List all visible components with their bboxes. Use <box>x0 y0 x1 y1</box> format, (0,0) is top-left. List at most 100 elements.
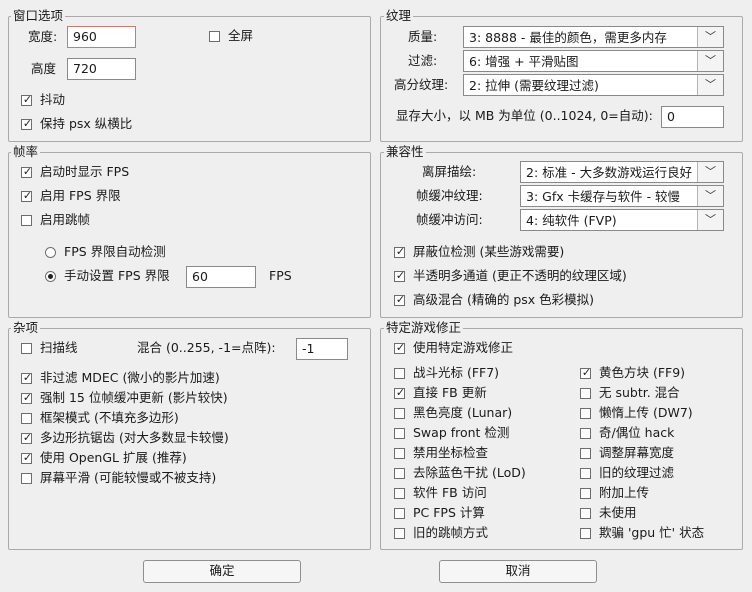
chevron-down-icon[interactable]: ﹀ <box>697 75 723 95</box>
scanline-blend-input[interactable]: -1 <box>296 338 348 360</box>
dither-label: 抖动 <box>40 92 66 107</box>
chevron-down-icon[interactable]: ﹀ <box>697 186 723 206</box>
manual-fps-radio[interactable] <box>45 271 56 282</box>
cancel-button[interactable]: 取消 <box>439 560 597 583</box>
opengl-ext-checkbox[interactable]: ✓ <box>21 451 33 464</box>
enable-fixes-checkbox[interactable]: ✓ <box>394 341 406 354</box>
force15-label: 强制 15 位帧缓冲更新 (影片较快) <box>40 390 228 405</box>
offscreen-select[interactable]: 2: 标准 - 大多数游戏运行良好 ﹀ <box>520 161 724 183</box>
fix-label: 软件 FB 访问 <box>413 485 487 500</box>
checkmark-icon: ✓ <box>22 391 33 404</box>
manual-fps-input[interactable]: 60 <box>186 266 256 288</box>
fix-label: 附加上传 <box>599 485 650 500</box>
offscreen-value: 2: 标准 - 大多数游戏运行良好 <box>526 165 693 180</box>
checkmark-icon: ✓ <box>395 269 406 282</box>
hires-value: 2: 拉伸 (需要纹理过滤) <box>469 78 599 93</box>
width-input[interactable]: 960 <box>67 26 136 48</box>
checkmark-icon: ✓ <box>395 245 406 258</box>
wireframe-label: 框架模式 (不填充多边形) <box>40 410 179 425</box>
window-options-title: 窗口选项 <box>11 8 66 23</box>
fb-tex-value: 3: Gfx 卡缓存与软件 - 较慢 <box>526 189 681 204</box>
fix-checkbox[interactable] <box>580 488 591 499</box>
fix-checkbox[interactable] <box>580 448 591 459</box>
checkmark-icon: ✓ <box>395 293 406 306</box>
checkmark-icon: ✓ <box>22 165 33 178</box>
fix-checkbox[interactable] <box>580 388 591 399</box>
fps-unit-label: FPS <box>269 268 292 283</box>
fix-checkbox[interactable] <box>394 428 405 439</box>
fix-checkbox[interactable] <box>580 408 591 419</box>
fix-label: 黑色亮度 (Lunar) <box>413 405 513 420</box>
mask-checkbox[interactable]: ✓ <box>394 245 406 258</box>
vram-label: 显存大小，以 MB 为单位 (0..1024, 0=自动): <box>396 108 653 123</box>
fix-checkbox[interactable] <box>394 368 405 379</box>
fix-checkbox[interactable] <box>394 408 405 419</box>
ok-button[interactable]: 确定 <box>143 560 301 583</box>
checkmark-icon: ✓ <box>22 371 33 384</box>
quality-select[interactable]: 3: 8888 - 最佳的颜色，需更多内存 ﹀ <box>463 26 724 48</box>
fb-access-select[interactable]: 4: 纯软件 (FVP) ﹀ <box>520 209 724 231</box>
antialias-label: 多边形抗锯齿 (对大多数显卡较慢) <box>40 430 229 445</box>
enable-fixes-label: 使用特定游戏修正 <box>413 340 514 355</box>
height-input[interactable]: 720 <box>67 58 136 80</box>
antialias-checkbox[interactable]: ✓ <box>21 431 32 444</box>
multipass-checkbox[interactable]: ✓ <box>394 269 406 282</box>
quality-label: 质量: <box>408 29 438 44</box>
chevron-down-icon[interactable]: ﹀ <box>697 162 723 182</box>
fix-checkbox[interactable]: ✓ <box>394 386 405 399</box>
fix-checkbox[interactable] <box>394 508 405 519</box>
filter-select[interactable]: 6: 增强 + 平滑贴图 ﹀ <box>463 50 724 72</box>
show-fps-checkbox[interactable]: ✓ <box>21 165 33 178</box>
scanlines-checkbox[interactable] <box>21 343 32 354</box>
mdec-checkbox[interactable]: ✓ <box>21 371 33 384</box>
checkmark-icon: ✓ <box>22 93 33 106</box>
framerate-title: 帧率 <box>11 144 41 159</box>
mask-label: 屏蔽位检测 (某些游戏需要) <box>413 244 565 259</box>
fix-checkbox[interactable] <box>580 428 591 439</box>
hires-select[interactable]: 2: 拉伸 (需要纹理过滤) ﹀ <box>463 74 724 96</box>
checkmark-icon: ✓ <box>22 451 33 464</box>
fb-access-value: 4: 纯软件 (FVP) <box>526 213 617 228</box>
fps-limit-label: 启用 FPS 界限 <box>40 188 121 203</box>
fb-tex-label: 帧缓冲纹理: <box>416 188 483 203</box>
force15-checkbox[interactable]: ✓ <box>21 391 33 404</box>
fb-tex-select[interactable]: 3: Gfx 卡缓存与软件 - 较慢 ﹀ <box>520 185 724 207</box>
wireframe-checkbox[interactable] <box>21 413 32 424</box>
vram-input[interactable]: 0 <box>661 106 724 128</box>
fix-label: 调整屏幕宽度 <box>599 445 675 460</box>
fix-checkbox[interactable] <box>580 468 591 479</box>
radio-dot-icon <box>48 274 53 279</box>
fix-checkbox[interactable]: ✓ <box>580 366 591 379</box>
fix-checkbox[interactable] <box>394 528 405 539</box>
dither-checkbox[interactable]: ✓ <box>21 93 33 106</box>
fix-label: 黄色方块 (FF9) <box>599 365 686 380</box>
smooth-checkbox[interactable] <box>21 473 32 484</box>
fix-checkbox[interactable] <box>394 468 405 479</box>
fix-label: Swap front 检测 <box>413 425 510 440</box>
fix-checkbox[interactable] <box>394 448 405 459</box>
chevron-down-icon[interactable]: ﹀ <box>697 210 723 230</box>
misc-title: 杂项 <box>11 320 41 335</box>
compat-title: 兼容性 <box>384 144 426 159</box>
adv-blend-checkbox[interactable]: ✓ <box>394 293 406 306</box>
frame-skip-checkbox[interactable] <box>21 215 32 226</box>
auto-detect-label: FPS 界限自动检测 <box>64 244 166 259</box>
fix-label: 去除蓝色干扰 (LoD) <box>413 465 526 480</box>
fullscreen-checkbox[interactable] <box>209 31 220 42</box>
fix-label: PC FPS 计算 <box>413 505 485 520</box>
fb-access-label: 帧缓冲访问: <box>416 212 483 227</box>
checkmark-icon: ✓ <box>395 341 406 354</box>
fullscreen-label: 全屏 <box>228 28 254 43</box>
textures-title: 纹理 <box>384 8 414 23</box>
auto-detect-radio[interactable] <box>45 247 56 258</box>
fps-limit-checkbox[interactable]: ✓ <box>21 189 32 202</box>
keep-ratio-label: 保持 psx 纵横比 <box>40 116 133 131</box>
chevron-down-icon[interactable]: ﹀ <box>697 51 723 71</box>
fix-checkbox[interactable] <box>580 508 591 519</box>
multipass-label: 半透明多通道 (更正不透明的纹理区域) <box>413 268 627 283</box>
fix-checkbox[interactable] <box>394 488 405 499</box>
chevron-down-icon[interactable]: ﹀ <box>697 27 723 47</box>
manual-fps-label: 手动设置 FPS 界限 <box>64 268 170 283</box>
keep-ratio-checkbox[interactable]: ✓ <box>21 117 32 130</box>
fix-checkbox[interactable] <box>580 528 591 539</box>
